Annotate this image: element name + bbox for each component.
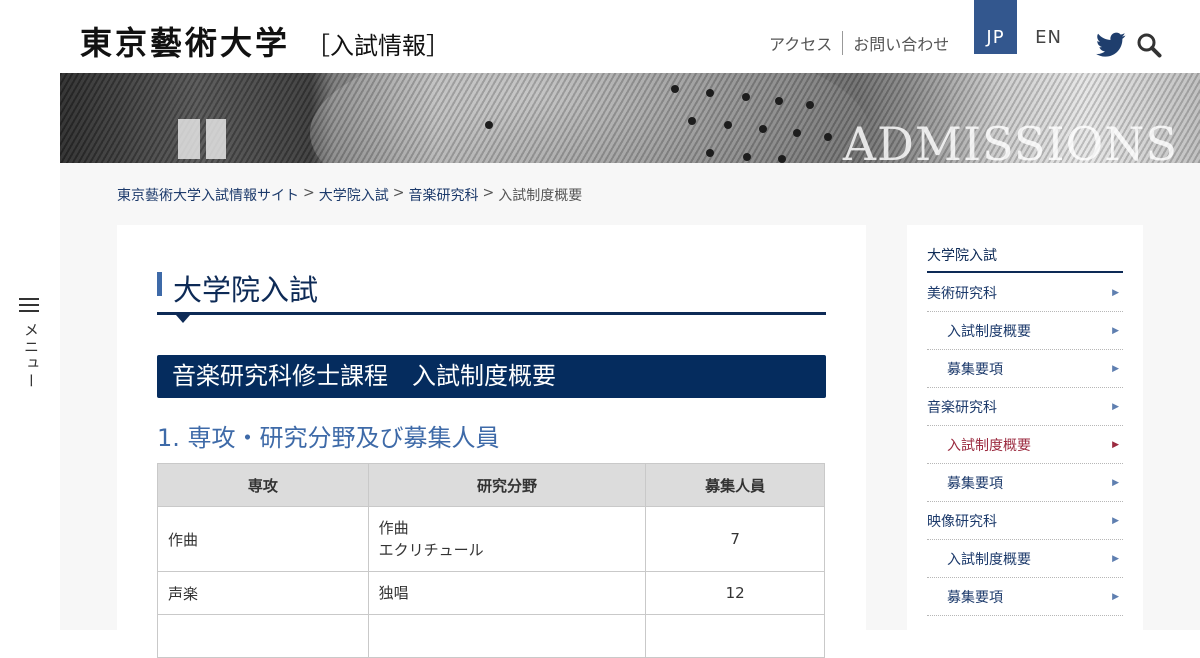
menu-label: メニュー [22,322,40,390]
count-cell [645,614,825,658]
sidebar-item-label: 入試制度概要 [947,437,1031,454]
table-row: 作曲 作曲 エクリチュール 7 [157,506,825,572]
table-row: 声楽 独唱 12 [157,571,825,615]
contact-link[interactable]: お問い合わせ [853,31,949,55]
sidebar-item-label: 募集要項 [947,361,1003,378]
hero-wall-hole [742,93,750,101]
table-header: 専攻 [157,463,369,507]
recruitment-table: 専攻 研究分野 募集人員 作曲 作曲 エクリチュール 7 声楽 独唱 12 [157,463,825,658]
chevron-right-icon: ▶ [1112,363,1119,374]
hero-wall-hole [824,133,832,141]
chevron-right-icon: ▶ [1112,553,1119,564]
field-name: 独唱 [378,584,409,602]
chevron-right-icon: ▶ [1112,287,1119,298]
logo-sub-text: ［入試情報］ [306,32,451,60]
sidebar-item-fine-arts-overview[interactable]: 入試制度概要 ▶ [927,312,1123,350]
sidebar-item-label: 募集要項 [947,475,1003,492]
field-cell [367,614,647,658]
breadcrumb-link-home[interactable]: 東京藝術大学入試情報サイト [117,185,299,205]
hero-window [206,119,226,159]
sidebar-item-label: 映像研究科 [927,513,997,530]
sidebar-nav: 大学院入試 美術研究科 ▶ 入試制度概要 ▶ 募集要項 ▶ 音楽研究科 ▶ 入試… [907,225,1143,630]
hero-wall-hole [485,121,493,129]
sidebar-item-music[interactable]: 音楽研究科 ▶ [927,388,1123,426]
hamburger-icon [19,298,39,312]
hero-admissions-text: ADMISSIONS [842,117,1178,163]
search-icon[interactable] [1136,32,1162,58]
sidebar-item-film-guidelines[interactable]: 募集要項 ▶ [927,578,1123,616]
major-cell: 声楽 [157,571,369,615]
chevron-right-icon: ▶ [1112,591,1119,602]
sidebar-item-label: 美術研究科 [927,285,997,302]
breadcrumb-link-graduate[interactable]: 大学院入試 [319,185,389,205]
site-logo[interactable]: 東京藝術大学 ［入試情報］ [80,18,450,64]
chevron-right-icon: ▶ [1112,439,1119,450]
sidebar-item-music-overview[interactable]: 入試制度概要 ▶ [927,426,1123,464]
sidebar-item-film-overview[interactable]: 入試制度概要 ▶ [927,540,1123,578]
count-cell: 12 [645,571,825,615]
breadcrumb-separator: > [482,185,495,201]
field-cell: 独唱 [367,571,647,615]
breadcrumb-current: 入試制度概要 [498,188,583,204]
hero-wall-hole [706,89,714,97]
breadcrumb-separator: > [303,185,315,201]
field-name: 作曲 [378,519,409,537]
breadcrumb-separator: > [392,185,405,201]
hero-wall-hole [759,125,767,133]
title-accent-bar [157,272,162,296]
section-heading: 音楽研究科修士課程 入試制度概要 [157,355,826,398]
lang-en-button[interactable]: EN [1027,0,1070,54]
field-name: エクリチュール [378,541,484,559]
subsection-heading: 1. 専攻・研究分野及び募集人員 [157,424,500,452]
lang-jp-button[interactable]: JP [974,0,1017,54]
hero-banner: ADMISSIONS [60,73,1200,163]
hero-wall-hole [775,97,783,105]
main-content: 大学院入試 音楽研究科修士課程 入試制度概要 1. 専攻・研究分野及び募集人員 … [117,225,866,658]
sidebar-item-label: 募集要項 [947,589,1003,606]
sidebar-item-label: 入試制度概要 [947,551,1031,568]
twitter-icon[interactable] [1096,32,1126,58]
table-row [157,614,825,658]
nav-divider [842,31,844,55]
sidebar-item-fine-arts-guidelines[interactable]: 募集要項 ▶ [927,350,1123,388]
sidebar-item-film[interactable]: 映像研究科 ▶ [927,502,1123,540]
hero-wall-hole [806,101,814,109]
chevron-right-icon: ▶ [1112,325,1119,336]
sidebar-item-fine-arts[interactable]: 美術研究科 ▶ [927,274,1123,312]
sidebar-list: 美術研究科 ▶ 入試制度概要 ▶ 募集要項 ▶ 音楽研究科 ▶ 入試制度概要 ▶… [927,274,1123,616]
table-header: 募集人員 [645,463,825,507]
menu-toggle-button[interactable]: メニュー [19,298,41,390]
table-header-row: 専攻 研究分野 募集人員 [157,463,825,507]
chevron-right-icon: ▶ [1112,401,1119,412]
chevron-right-icon: ▶ [1112,515,1119,526]
sidebar-heading-link[interactable]: 大学院入試 [927,245,1123,273]
hero-wall-hole [778,155,786,163]
page-title-text: 大学院入試 [173,273,319,307]
site-header: 東京藝術大学 ［入試情報］ アクセス お問い合わせ JP EN [0,0,1200,73]
sidebar-item-label: 音楽研究科 [927,399,997,416]
hero-window [178,119,200,159]
title-pointer-icon [176,315,190,323]
breadcrumb: 東京藝術大学入試情報サイト > 大学院入試 > 音楽研究科 > 入試制度概要 [117,185,582,205]
chevron-right-icon: ▶ [1112,477,1119,488]
page-title: 大学院入試 [157,270,826,323]
hero-wall-hole [706,149,714,157]
utility-nav: アクセス お問い合わせ [769,31,949,55]
hero-wall-hole [724,121,732,129]
access-link[interactable]: アクセス [769,31,832,55]
logo-main-text: 東京藝術大学 [80,24,291,62]
major-cell: 作曲 [157,506,369,572]
count-cell: 7 [645,506,825,572]
hero-wall-hole [671,85,679,93]
sidebar-item-music-guidelines[interactable]: 募集要項 ▶ [927,464,1123,502]
sidebar-item-label: 入試制度概要 [947,323,1031,340]
table-header: 研究分野 [367,463,647,507]
breadcrumb-link-music[interactable]: 音楽研究科 [408,185,478,205]
hero-wall-hole [743,153,751,161]
hero-wall-hole [688,117,696,125]
hero-wall-hole [793,129,801,137]
major-cell [157,614,369,658]
field-cell: 作曲 エクリチュール [367,506,647,572]
